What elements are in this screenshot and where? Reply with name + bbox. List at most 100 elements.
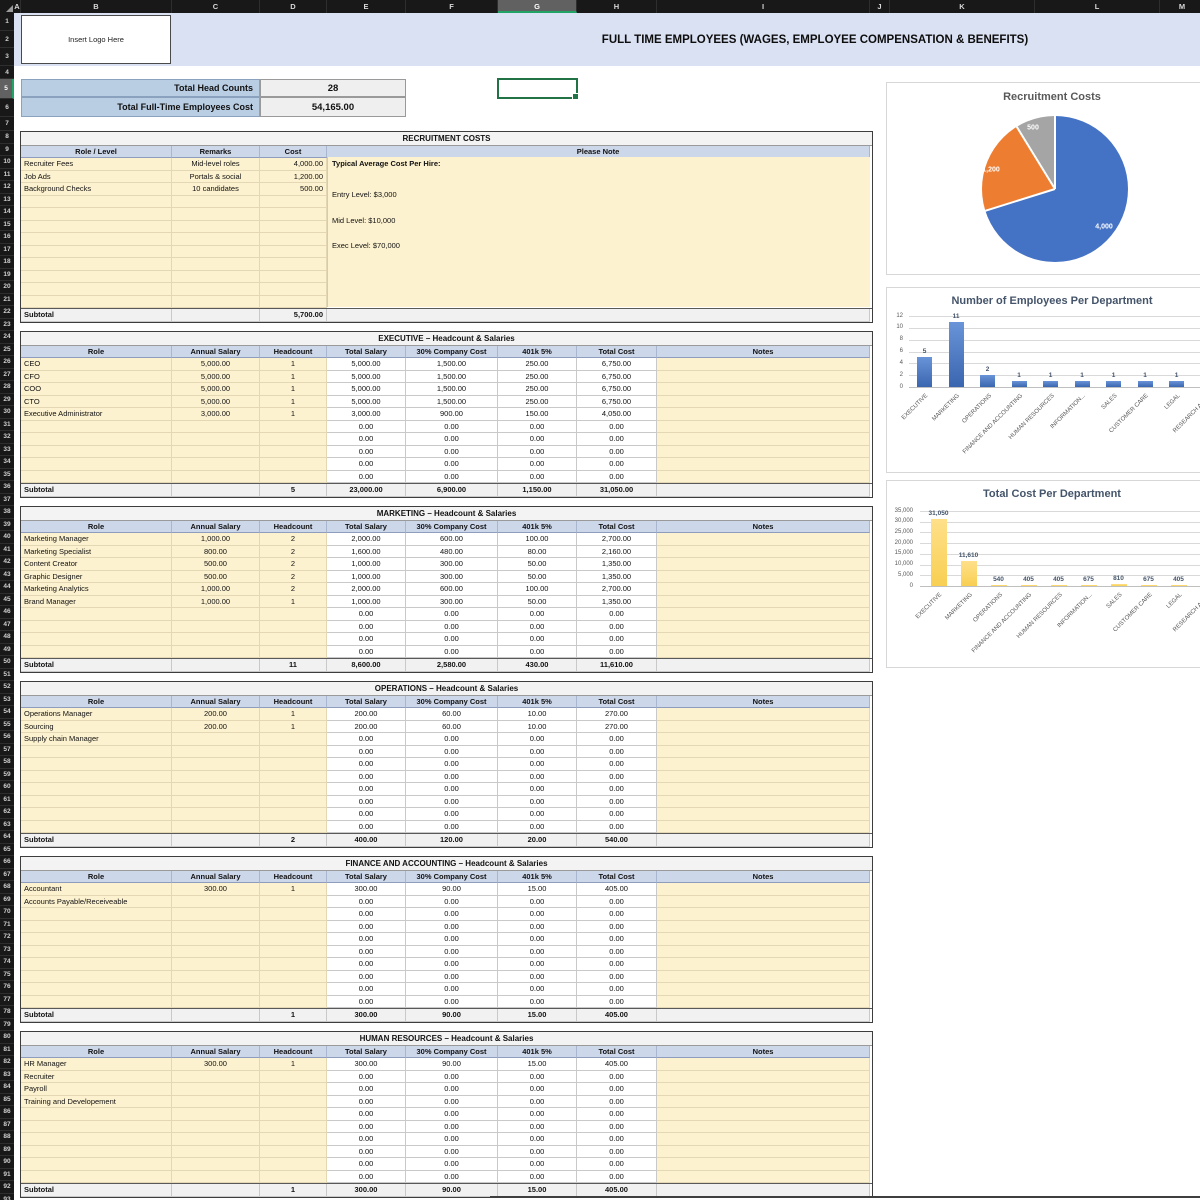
headcount-cell[interactable] [260,421,327,434]
total-cost-cell[interactable]: 0.00 [577,908,657,921]
row-header-51[interactable]: 51 [0,669,14,682]
401k-cell[interactable]: 0.00 [498,621,577,634]
role-cell[interactable]: Supply chain Manager [21,733,172,746]
401k-cell[interactable]: 0.00 [498,983,577,996]
company-cost-cell[interactable]: 0.00 [406,996,498,1009]
subtotal-cell[interactable]: 15.00 [498,1009,577,1022]
headcount-cell[interactable] [260,1158,327,1171]
notes-cell[interactable] [657,583,870,596]
total-salary-cell[interactable]: 0.00 [327,996,406,1009]
cost-cell[interactable] [260,296,327,309]
role-level-cell[interactable]: Job Ads [21,171,172,184]
notes-cell[interactable] [657,821,870,834]
row-header-62[interactable]: 62 [0,806,14,819]
column-header-B[interactable]: B [21,0,172,13]
total-salary-cell[interactable]: 0.00 [327,1171,406,1184]
total-salary-cell[interactable]: 0.00 [327,746,406,759]
remarks-cell[interactable]: Portals & social [172,171,260,184]
annual-salary-cell[interactable] [172,1133,260,1146]
column-header-cell[interactable]: Headcount [260,1046,327,1059]
role-cell[interactable] [21,458,172,471]
subtotal-cell[interactable] [327,309,870,322]
headcount-cell[interactable] [260,1108,327,1121]
company-cost-cell[interactable]: 0.00 [406,821,498,834]
subtotal-cell[interactable] [172,834,260,847]
role-cell[interactable] [21,758,172,771]
notes-cell[interactable] [657,371,870,384]
annual-salary-cell[interactable]: 300.00 [172,883,260,896]
row-header-45[interactable]: 45 [0,594,14,607]
row-header-10[interactable]: 10 [0,156,14,169]
401k-cell[interactable]: 50.00 [498,558,577,571]
remarks-cell[interactable] [172,283,260,296]
role-cell[interactable] [21,433,172,446]
row-header-26[interactable]: 26 [0,356,14,369]
annual-salary-cell[interactable] [172,808,260,821]
row-header-48[interactable]: 48 [0,631,14,644]
annual-salary-cell[interactable] [172,446,260,459]
total-cost-cell[interactable]: 6,750.00 [577,396,657,409]
row-header-52[interactable]: 52 [0,681,14,694]
total-cost-cell[interactable]: 405.00 [577,883,657,896]
total-cost-cell[interactable]: 0.00 [577,821,657,834]
row-header-39[interactable]: 39 [0,519,14,532]
row-header-38[interactable]: 38 [0,506,14,519]
headcount-cell[interactable] [260,621,327,634]
notes-cell[interactable] [657,1108,870,1121]
notes-cell[interactable] [657,646,870,659]
column-header-cell[interactable]: 401k 5% [498,696,577,709]
total-salary-cell[interactable]: 0.00 [327,733,406,746]
annual-salary-cell[interactable] [172,921,260,934]
cost-cell[interactable]: 500.00 [260,183,327,196]
annual-salary-cell[interactable] [172,733,260,746]
company-cost-cell[interactable]: 1,500.00 [406,396,498,409]
total-ft-cost-value[interactable]: 54,165.00 [260,97,406,117]
subtotal-cell[interactable] [657,834,870,847]
total-cost-cell[interactable]: 0.00 [577,1171,657,1184]
company-cost-cell[interactable]: 0.00 [406,746,498,759]
annual-salary-cell[interactable] [172,1071,260,1084]
headcount-cell[interactable] [260,808,327,821]
annual-salary-cell[interactable]: 800.00 [172,546,260,559]
subtotal-cell[interactable] [657,484,870,497]
company-cost-cell[interactable]: 90.00 [406,1058,498,1071]
row-header-92[interactable]: 92 [0,1181,14,1194]
subtotal-cell[interactable]: 11 [260,659,327,672]
company-cost-cell[interactable]: 900.00 [406,408,498,421]
headcount-cell[interactable]: 2 [260,533,327,546]
notes-cell[interactable] [657,433,870,446]
401k-cell[interactable]: 0.00 [498,946,577,959]
headcount-cell[interactable] [260,758,327,771]
subtotal-cell[interactable] [657,1184,870,1197]
annual-salary-cell[interactable]: 5,000.00 [172,371,260,384]
401k-cell[interactable]: 0.00 [498,608,577,621]
annual-salary-cell[interactable] [172,471,260,484]
headcount-cell[interactable] [260,1133,327,1146]
annual-salary-cell[interactable] [172,1108,260,1121]
row-header-65[interactable]: 65 [0,844,14,857]
company-cost-cell[interactable]: 0.00 [406,433,498,446]
company-cost-cell[interactable]: 0.00 [406,1083,498,1096]
total-cost-cell[interactable]: 0.00 [577,1133,657,1146]
row-header-4[interactable]: 4 [0,66,14,79]
row-header-14[interactable]: 14 [0,206,14,219]
role-cell[interactable]: Marketing Analytics [21,583,172,596]
notes-cell[interactable] [657,796,870,809]
company-cost-cell[interactable]: 0.00 [406,1121,498,1134]
role-cell[interactable] [21,1158,172,1171]
notes-cell[interactable] [657,721,870,734]
total-cost-cell[interactable]: 270.00 [577,721,657,734]
company-cost-cell[interactable]: 0.00 [406,1133,498,1146]
cost-cell[interactable]: 4,000.00 [260,158,327,171]
notes-cell[interactable] [657,946,870,959]
role-level-cell[interactable]: Background Checks [21,183,172,196]
row-header-74[interactable]: 74 [0,956,14,969]
headcount-cell[interactable] [260,446,327,459]
company-cost-cell[interactable]: 0.00 [406,1158,498,1171]
subtotal-cell[interactable] [172,484,260,497]
headcount-cell[interactable]: 1 [260,883,327,896]
total-cost-cell[interactable]: 0.00 [577,446,657,459]
401k-cell[interactable]: 15.00 [498,883,577,896]
total-salary-cell[interactable]: 0.00 [327,1083,406,1096]
annual-salary-cell[interactable] [172,1083,260,1096]
